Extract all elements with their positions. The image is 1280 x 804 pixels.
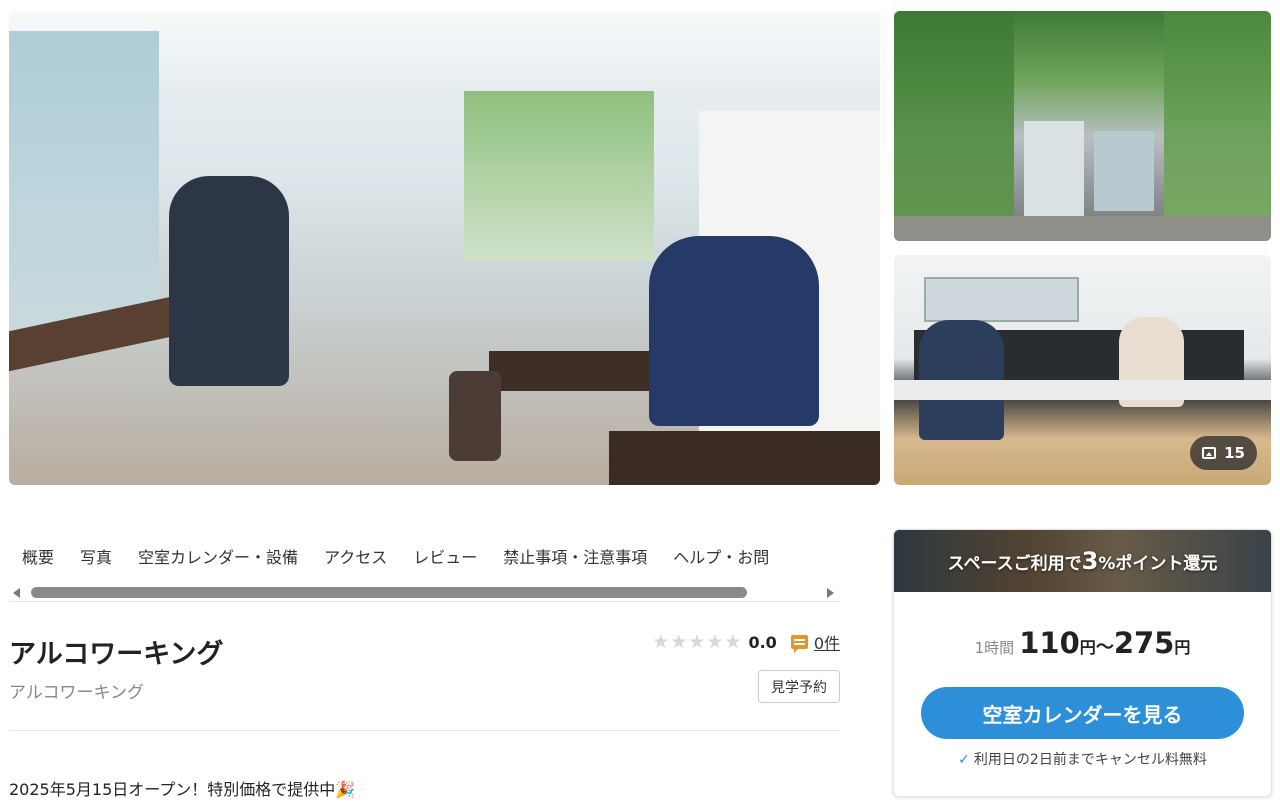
announcement-text: 2025年5月15日オープン！特別価格で提供中🎉: [9, 780, 356, 799]
image-icon: [1202, 447, 1217, 459]
person-left: [169, 176, 289, 386]
scroll-right-arrow-icon[interactable]: [827, 588, 834, 598]
scroll-left-arrow-icon[interactable]: [13, 588, 20, 598]
space-subtitle: アルコワーキング: [9, 683, 144, 703]
photo-count-button[interactable]: 15: [1190, 436, 1257, 470]
promo-prefix: スペースご利用で: [947, 554, 1082, 574]
comment-icon: [790, 635, 808, 653]
section-tabs: 概要 写真 空室カレンダー・設備 アクセス レビュー 禁止事項・注意事項 ヘルプ…: [9, 536, 840, 576]
yen-label: 円: [1174, 638, 1191, 657]
table-front: [609, 431, 880, 485]
exterior-photo[interactable]: [894, 11, 1271, 241]
window-left: [9, 31, 159, 331]
sidewalk: [894, 216, 1271, 241]
view-calendar-button[interactable]: 空室カレンダーを見る: [921, 687, 1244, 739]
price-range: 1時間 110円〜275円: [894, 626, 1271, 660]
entrance-door: [1024, 121, 1084, 216]
tab-photos[interactable]: 写真: [67, 536, 125, 576]
tab-overview[interactable]: 概要: [9, 536, 67, 576]
checkmark-icon: ✓: [958, 752, 970, 768]
tabs-scrollbar[interactable]: [9, 583, 840, 601]
window-center: [464, 91, 654, 261]
star-rating-icons: ★★★★★: [652, 631, 743, 653]
tab-access[interactable]: アクセス: [311, 536, 400, 576]
yen-label: 円: [1079, 638, 1096, 657]
tab-help[interactable]: ヘルプ・お問: [660, 536, 782, 576]
promo-text: スペースご利用で3%ポイント還元: [948, 547, 1218, 575]
tab-rules[interactable]: 禁止事項・注意事項: [490, 536, 660, 576]
promo-percent: 3: [1081, 547, 1099, 575]
range-tilde: 〜: [1095, 637, 1114, 658]
tab-calendar-facilities[interactable]: 空室カレンダー・設備: [125, 536, 311, 576]
interior-window: [924, 277, 1079, 322]
trash-bin: [449, 371, 501, 461]
price-unit: 1時間: [974, 639, 1015, 657]
interior-photo[interactable]: 15: [894, 255, 1271, 485]
cancellation-text: 利用日の2日前までキャンセル料無料: [973, 752, 1207, 768]
person-right: [649, 236, 819, 426]
cancellation-note: ✓ 利用日の2日前までキャンセル料無料: [894, 749, 1271, 769]
photo-count: 15: [1224, 444, 1245, 462]
divider: [9, 730, 840, 731]
tree-right: [1164, 11, 1271, 241]
points-promo-banner[interactable]: スペースご利用で3%ポイント還元: [894, 530, 1271, 592]
price-min: 110: [1019, 626, 1080, 660]
review-count-link[interactable]: 0件: [814, 630, 840, 654]
price-max: 275: [1113, 626, 1175, 660]
booking-card: スペースご利用で3%ポイント還元 1時間 110円〜275円 空室カレンダーを見…: [893, 529, 1272, 797]
tour-booking-button[interactable]: 見学予約: [758, 670, 840, 703]
rating-score: 0.0: [748, 632, 777, 652]
divider: [9, 601, 840, 602]
storefront-window: [1094, 131, 1154, 211]
promo-suffix: %ポイント還元: [1098, 554, 1218, 574]
tab-reviews[interactable]: レビュー: [400, 536, 490, 576]
main-photo[interactable]: [9, 11, 880, 485]
rating: ★★★★★ 0.0 0件: [652, 630, 840, 654]
desk-surface: [894, 380, 1271, 400]
tree-left: [894, 11, 1014, 241]
space-title: アルコワーキング: [9, 639, 224, 670]
scroll-thumb[interactable]: [31, 587, 747, 598]
